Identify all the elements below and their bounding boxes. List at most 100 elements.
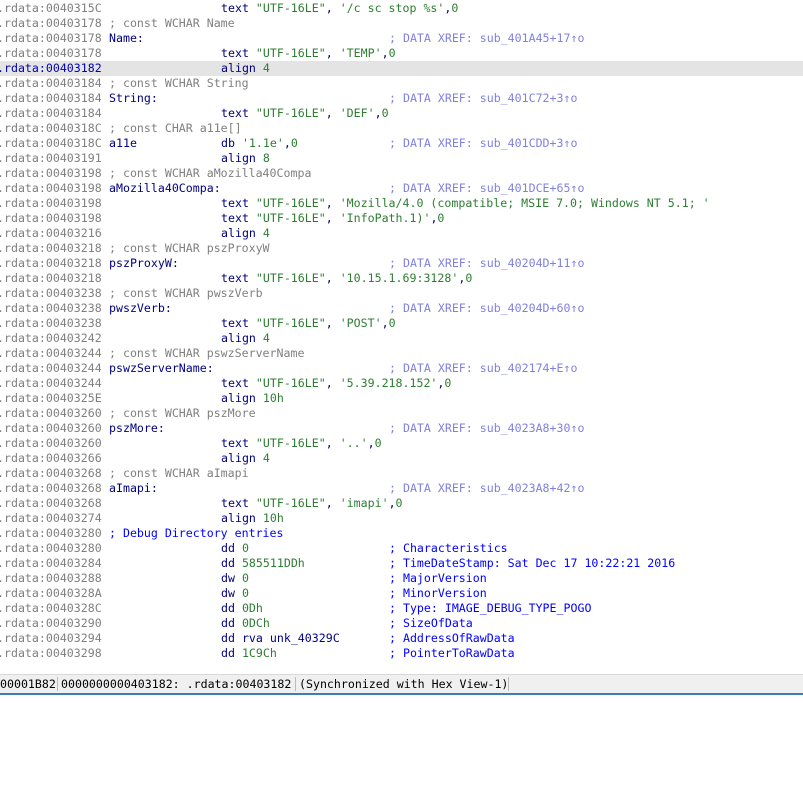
address[interactable]: .rdata:00403280 bbox=[0, 526, 102, 541]
listing-line[interactable]: .rdata:00403238 pwszVerb: ; DATA XREF: sub… bbox=[0, 301, 803, 316]
operand[interactable]: "UTF-16LE" bbox=[256, 196, 326, 210]
label[interactable]: aImapi: bbox=[109, 481, 158, 496]
address[interactable]: .rdata:00403288 bbox=[0, 571, 102, 586]
listing-line[interactable]: .rdata:00403198 text "UTF-16LE", 'InfoPat… bbox=[0, 211, 803, 226]
label[interactable]: pszProxyW: bbox=[109, 256, 179, 271]
listing-line[interactable]: .rdata:00403288 dw 0 ; MajorVersion bbox=[0, 571, 803, 586]
listing-line[interactable]: .rdata:00403184 ; const WCHAR String bbox=[0, 76, 803, 91]
listing-line[interactable]: .rdata:00403178 Name: ; DATA XREF: sub_401… bbox=[0, 31, 803, 46]
xref-comment[interactable]: ; DATA XREF: sub_401C72+3↑o bbox=[389, 91, 577, 106]
listing-line[interactable]: .rdata:00403244 pswzServerName: ; DATA XRE… bbox=[0, 361, 803, 376]
address[interactable]: .rdata:00403294 bbox=[0, 631, 102, 646]
operand[interactable]: 0 bbox=[242, 571, 249, 585]
operand[interactable]: 'imapi' bbox=[340, 496, 389, 510]
xref-comment[interactable]: ; DATA XREF: sub_40204D+60↑o bbox=[389, 301, 584, 316]
listing-line[interactable]: .rdata:0040328C dd 0Dh ; Type: IMAGE_DEBUG… bbox=[0, 601, 803, 616]
listing-line[interactable]: .rdata:00403191 align 8 bbox=[0, 151, 803, 166]
operand[interactable]: 0 bbox=[437, 211, 444, 225]
operand[interactable]: '1.1e' bbox=[242, 136, 284, 150]
operand[interactable]: 0 bbox=[444, 376, 451, 390]
operand[interactable]: 10h bbox=[263, 511, 284, 525]
listing-line[interactable]: .rdata:00403218 text "UTF-16LE", '10.15.1… bbox=[0, 271, 803, 286]
address[interactable]: .rdata:00403184 bbox=[0, 76, 102, 91]
label[interactable]: pszMore: bbox=[109, 421, 165, 436]
operand[interactable]: 0Dh bbox=[242, 601, 263, 615]
listing-line[interactable]: .rdata:00403244 text "UTF-16LE", '5.39.21… bbox=[0, 376, 803, 391]
address[interactable]: .rdata:00403218 bbox=[0, 256, 102, 271]
listing-line[interactable]: .rdata:0040328A dw 0 ; MinorVersion bbox=[0, 586, 803, 601]
address[interactable]: .rdata:00403184 bbox=[0, 91, 102, 106]
operand[interactable]: 'POST' bbox=[340, 316, 382, 330]
listing-line[interactable]: .rdata:00403268 ; const WCHAR aImapi bbox=[0, 466, 803, 481]
address[interactable]: .rdata:00403260 bbox=[0, 436, 102, 451]
listing-line[interactable]: .rdata:0040318C a11e db '1.1e',0 ; DATA XRE… bbox=[0, 136, 803, 151]
listing-line[interactable]: .rdata:0040315C text "UTF-16LE", '/c sc s… bbox=[0, 1, 803, 16]
operand[interactable]: 8 bbox=[263, 151, 270, 165]
xref-comment[interactable]: ; DATA XREF: sub_401CDD+3↑o bbox=[389, 136, 577, 151]
xref-comment[interactable]: ; DATA XREF: sub_4023A8+42↑o bbox=[389, 481, 584, 496]
address[interactable]: .rdata:00403244 bbox=[0, 361, 102, 376]
address[interactable]: .rdata:0040325E bbox=[0, 391, 102, 406]
operand[interactable]: "UTF-16LE" bbox=[256, 106, 326, 120]
listing-line[interactable]: .rdata:00403218 ; const WCHAR pszProxyW bbox=[0, 241, 803, 256]
operand[interactable]: 0 bbox=[389, 46, 396, 60]
operand[interactable]: "UTF-16LE" bbox=[256, 46, 326, 60]
address[interactable]: .rdata:00403238 bbox=[0, 301, 102, 316]
label[interactable]: String: bbox=[109, 91, 158, 106]
address[interactable]: .rdata:00403198 bbox=[0, 196, 102, 211]
address[interactable]: .rdata:00403244 bbox=[0, 346, 102, 361]
operand[interactable]: 0 bbox=[382, 106, 389, 120]
operand[interactable]: 4 bbox=[263, 226, 270, 240]
address[interactable]: .rdata:0040318C bbox=[0, 121, 102, 136]
label[interactable]: pswzServerName: bbox=[109, 361, 214, 376]
address[interactable]: .rdata:0040328A bbox=[0, 586, 102, 601]
address[interactable]: .rdata:00403260 bbox=[0, 406, 102, 421]
operand[interactable]: 'TEMP' bbox=[340, 46, 382, 60]
operand[interactable]: 1C9Ch bbox=[242, 646, 277, 660]
operand[interactable]: "UTF-16LE" bbox=[256, 316, 326, 330]
operand[interactable]: 0 bbox=[291, 136, 298, 150]
address[interactable]: .rdata:00403178 bbox=[0, 31, 102, 46]
listing-line[interactable]: .rdata:00403284 dd 585511DDh ; TimeDateSta… bbox=[0, 556, 803, 571]
listing-line[interactable]: .rdata:00403178 text "UTF-16LE", 'TEMP',0 bbox=[0, 46, 803, 61]
address[interactable]: .rdata:00403268 bbox=[0, 466, 102, 481]
address[interactable]: .rdata:00403238 bbox=[0, 316, 102, 331]
operand[interactable]: 4 bbox=[263, 451, 270, 465]
listing-line[interactable]: .rdata:00403198 ; const WCHAR aMozilla40C… bbox=[0, 166, 803, 181]
listing-line[interactable]: .rdata:0040325E align 10h bbox=[0, 391, 803, 406]
operand[interactable]: 0 bbox=[242, 586, 249, 600]
operand[interactable]: 4 bbox=[263, 61, 270, 75]
address[interactable]: .rdata:00403178 bbox=[0, 16, 102, 31]
listing-line[interactable]: .rdata:00403238 text "UTF-16LE", 'POST',0 bbox=[0, 316, 803, 331]
address[interactable]: .rdata:00403266 bbox=[0, 451, 102, 466]
listing-line[interactable]: .rdata:00403260 pszMore: ; DATA XREF: sub_… bbox=[0, 421, 803, 436]
operand[interactable]: "UTF-16LE" bbox=[256, 376, 326, 390]
operand[interactable]: 0 bbox=[242, 541, 249, 555]
listing-line[interactable]: .rdata:00403244 ; const WCHAR pswzServerN… bbox=[0, 346, 803, 361]
address[interactable]: .rdata:00403238 bbox=[0, 286, 102, 301]
operand[interactable]: 0 bbox=[389, 316, 396, 330]
operand[interactable]: 0 bbox=[375, 436, 382, 450]
address[interactable]: .rdata:00403268 bbox=[0, 496, 102, 511]
listing-line[interactable]: .rdata:00403178 ; const WCHAR Name bbox=[0, 16, 803, 31]
operand[interactable]: 585511DDh bbox=[242, 556, 305, 570]
address[interactable]: .rdata:00403284 bbox=[0, 556, 102, 571]
operand[interactable]: '/c sc stop %s' bbox=[340, 1, 445, 15]
operand[interactable]: 10h bbox=[263, 391, 284, 405]
operand[interactable]: 'InfoPath.1)' bbox=[340, 211, 431, 225]
operand[interactable]: "UTF-16LE" bbox=[256, 436, 326, 450]
listing-line[interactable]: .rdata:00403260 ; const WCHAR pszMore bbox=[0, 406, 803, 421]
listing-line[interactable]: .rdata:00403266 align 4 bbox=[0, 451, 803, 466]
operand[interactable]: rva unk_40329C bbox=[242, 631, 340, 645]
listing-line[interactable]: .rdata:00403198 aMozilla40Compa: ; DATA XR… bbox=[0, 181, 803, 196]
address[interactable]: .rdata:00403242 bbox=[0, 331, 102, 346]
xref-comment[interactable]: ; DATA XREF: sub_402174+E↑o bbox=[389, 361, 577, 376]
address[interactable]: .rdata:0040318C bbox=[0, 136, 102, 151]
address[interactable]: .rdata:00403290 bbox=[0, 616, 102, 631]
listing-line[interactable]: .rdata:00403238 ; const WCHAR pwszVerb bbox=[0, 286, 803, 301]
operand[interactable]: 4 bbox=[263, 331, 270, 345]
listing-line[interactable]: .rdata:0040318C ; const CHAR a11e[] bbox=[0, 121, 803, 136]
listing-line[interactable]: .rdata:00403268 text "UTF-16LE", 'imapi',… bbox=[0, 496, 803, 511]
address[interactable]: .rdata:00403198 bbox=[0, 166, 102, 181]
listing-line[interactable]: .rdata:00403290 dd 0DCh ; SizeOfData bbox=[0, 616, 803, 631]
